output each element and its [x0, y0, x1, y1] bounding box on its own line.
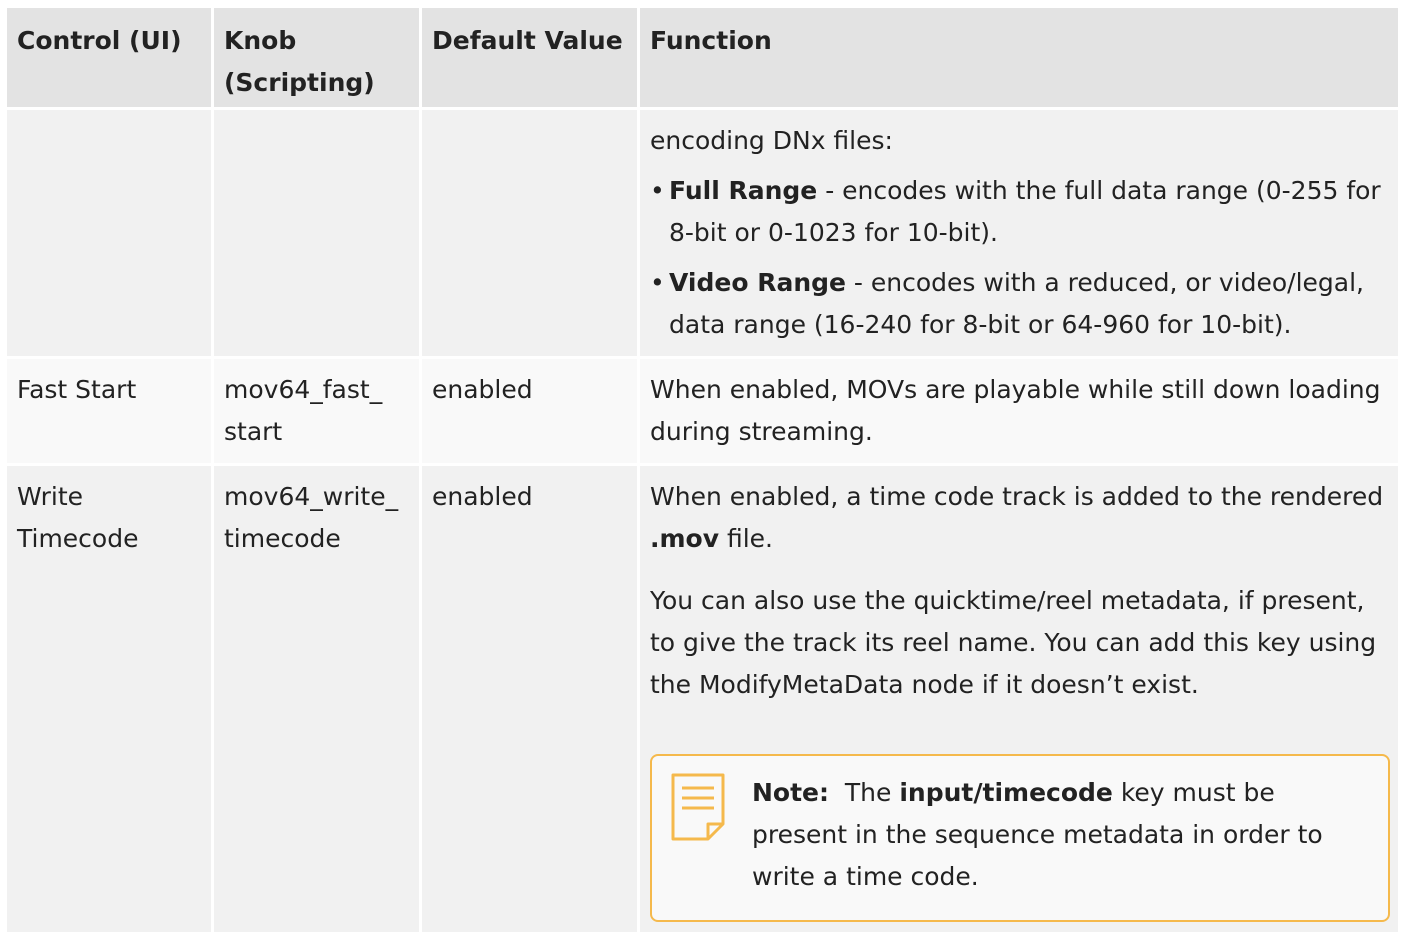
bold-span: .mov [650, 524, 720, 553]
column-header-default: Default Value [422, 8, 640, 110]
column-header-knob: Knob (Scripting) [214, 8, 422, 110]
cell-function: When enabled, MOVs are playable while st… [640, 359, 1398, 466]
column-header-function: Function [640, 8, 1398, 110]
bullet-term: Video Range [669, 268, 846, 297]
table-row-fast-start: Fast Start mov64_fast_ start enabled Whe… [7, 359, 1398, 466]
column-header-control: Control (UI) [7, 8, 214, 110]
table-row-write-timecode: Write Timecode mov64_write_ timecode ena… [7, 466, 1398, 935]
function-para-1: When enabled, a time code track is added… [650, 476, 1390, 560]
text-span: The [829, 778, 900, 807]
note-key: input/timecode [899, 778, 1113, 807]
cell-control: Write Timecode [7, 466, 214, 935]
function-para-2: You can also use the quicktime/reel meta… [650, 586, 1377, 699]
note-icon [671, 773, 725, 841]
bullet-video-range: Video Range - encodes with a reduced, or… [650, 262, 1390, 346]
cell-control: Fast Start [7, 359, 214, 466]
note-text: Note: The input/timecode key must be pre… [752, 772, 1368, 898]
cell-knob: mov64_write_ timecode [214, 466, 422, 935]
controls-table: Control (UI) Knob (Scripting) Default Va… [7, 8, 1398, 935]
cell-default: enabled [422, 359, 640, 466]
cell-default [422, 110, 640, 359]
text-span: When enabled, a time code track is added… [650, 482, 1384, 511]
function-intro: encoding DNx files: [650, 126, 893, 155]
table-row: encoding DNx files: Full Range - encodes… [7, 110, 1398, 359]
text-span: file. [719, 524, 773, 553]
cell-function: encoding DNx files: Full Range - encodes… [640, 110, 1398, 359]
note-callout: Note: The input/timecode key must be pre… [650, 754, 1390, 922]
cell-control [7, 110, 214, 359]
cell-function: When enabled, a time code track is added… [640, 466, 1398, 935]
table-header-row: Control (UI) Knob (Scripting) Default Va… [7, 8, 1398, 110]
cell-knob [214, 110, 422, 359]
note-label: Note: [752, 778, 830, 807]
cell-knob: mov64_fast_ start [214, 359, 422, 466]
bullet-term: Full Range [669, 176, 818, 205]
cell-default: enabled [422, 466, 640, 935]
bullet-full-range: Full Range - encodes with the full data … [650, 170, 1390, 254]
